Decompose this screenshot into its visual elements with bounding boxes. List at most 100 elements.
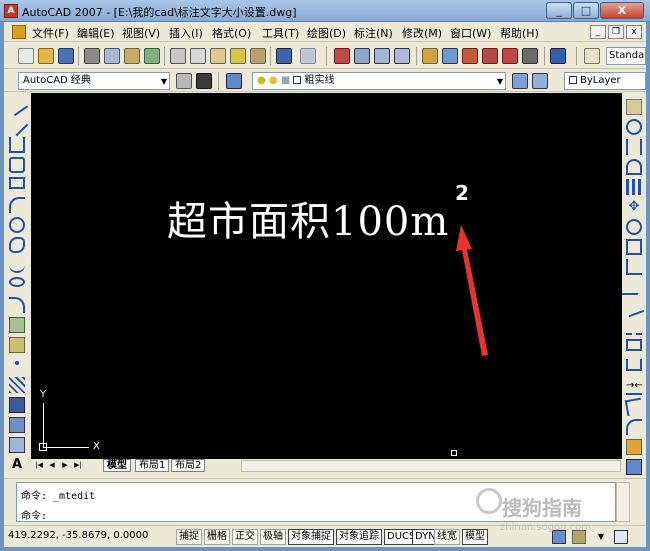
explode-icon[interactable] <box>626 439 642 455</box>
construction-line-icon[interactable] <box>5 113 29 137</box>
make-current-layer-icon[interactable] <box>512 73 528 89</box>
zoom-window-icon[interactable] <box>374 48 390 64</box>
paste-icon[interactable] <box>210 48 226 64</box>
clean-screen-icon[interactable] <box>614 530 628 544</box>
menu-window[interactable]: 窗口(W) <box>450 25 491 41</box>
status-menu-icon[interactable]: ▼ <box>594 530 608 544</box>
save-icon[interactable] <box>58 48 74 64</box>
polygon-icon[interactable] <box>9 157 25 173</box>
stretch-icon[interactable] <box>626 259 642 275</box>
model-space-toggle[interactable]: 模型 <box>462 529 488 545</box>
offset-icon[interactable] <box>626 159 642 175</box>
region-icon[interactable] <box>9 417 25 433</box>
arc-icon[interactable] <box>9 197 25 213</box>
tab-layout1[interactable]: 布局1 <box>135 459 170 472</box>
snap-toggle[interactable]: 捕捉 <box>176 529 202 545</box>
tab-model[interactable]: 模型 <box>103 459 131 472</box>
revision-cloud-icon[interactable] <box>9 237 25 253</box>
join-icon[interactable] <box>626 359 642 371</box>
menu-draw[interactable]: 绘图(D) <box>307 25 346 41</box>
horizontal-scrollbar[interactable] <box>241 460 621 472</box>
layer-manager-icon[interactable] <box>226 73 242 89</box>
previous-tab-icon[interactable]: ◀ <box>46 460 58 471</box>
polyline-icon[interactable] <box>9 137 25 153</box>
break-icon[interactable] <box>626 339 642 351</box>
lineweight-toggle[interactable]: 线宽 <box>434 529 460 545</box>
autocad-app-icon[interactable]: A <box>4 4 18 18</box>
sheet-set-icon[interactable] <box>482 48 498 64</box>
publish-icon[interactable] <box>124 48 140 64</box>
ellipse-arc-icon[interactable] <box>9 297 25 313</box>
undo-icon[interactable] <box>276 48 292 64</box>
draw-order-icon[interactable] <box>626 459 642 475</box>
command-scrollbar[interactable] <box>616 482 630 522</box>
zoom-previous-icon[interactable] <box>394 48 410 64</box>
mirror-icon[interactable] <box>626 139 642 155</box>
erase-icon[interactable] <box>626 99 642 115</box>
text-style-icon[interactable] <box>584 48 600 64</box>
cut-icon[interactable] <box>170 48 186 64</box>
zoom-realtime-icon[interactable] <box>354 48 370 64</box>
markup-icon[interactable] <box>502 48 518 64</box>
tool-palettes-icon[interactable] <box>462 48 478 64</box>
help-icon[interactable] <box>550 48 566 64</box>
document-restore-button[interactable]: ❐ <box>608 25 624 39</box>
menu-file[interactable]: 文件(F) <box>32 25 69 41</box>
menu-format[interactable]: 格式(O) <box>212 25 251 41</box>
chamfer-icon[interactable]: →← <box>626 379 643 395</box>
color-control-select[interactable]: ByLayer <box>564 72 646 90</box>
open-folder-icon[interactable] <box>38 48 54 64</box>
last-tab-icon[interactable]: ▶| <box>72 460 84 471</box>
close-button[interactable]: X <box>600 2 644 19</box>
menu-insert[interactable]: 插入(I) <box>169 25 203 41</box>
document-minimize-button[interactable]: _ <box>590 25 606 39</box>
publish-web-icon[interactable] <box>144 48 160 64</box>
match-properties-icon[interactable] <box>230 48 246 64</box>
block-editor-icon[interactable] <box>250 48 266 64</box>
maximize-button[interactable]: □ <box>573 2 599 19</box>
move-icon[interactable]: ✥ <box>626 199 642 215</box>
multiline-text-icon[interactable]: A <box>9 457 25 473</box>
menu-modify[interactable]: 修改(M) <box>402 25 442 41</box>
calculator-icon[interactable] <box>522 48 538 64</box>
properties-icon[interactable] <box>422 48 438 64</box>
drawing-document-icon[interactable] <box>12 25 26 39</box>
layer-previous-icon[interactable] <box>532 73 548 89</box>
menu-edit[interactable]: 编辑(E) <box>77 25 115 41</box>
plot-preview-icon[interactable] <box>104 48 120 64</box>
trim-icon[interactable] <box>621 279 647 295</box>
copy-object-icon[interactable] <box>626 119 642 135</box>
rectangle-icon[interactable] <box>9 177 25 189</box>
rotate-icon[interactable] <box>626 219 642 235</box>
command-prompt[interactable]: 命令: <box>21 507 47 522</box>
fillet-arc-icon[interactable] <box>626 419 642 435</box>
minimize-button[interactable]: _ <box>546 2 572 19</box>
extend-icon[interactable] <box>623 296 645 318</box>
cursor-coordinates[interactable]: 419.2292, -35.8679, 0.0000 <box>8 530 148 541</box>
copy-icon[interactable] <box>190 48 206 64</box>
menu-tools[interactable]: 工具(T) <box>262 25 299 41</box>
drawing-canvas[interactable]: 超市面积100m 2 Y X <box>31 93 622 459</box>
menu-help[interactable]: 帮助(H) <box>500 25 539 41</box>
design-center-icon[interactable] <box>442 48 458 64</box>
gradient-icon[interactable] <box>9 397 25 413</box>
insert-block-icon[interactable] <box>9 317 25 333</box>
ortho-toggle[interactable]: 正交 <box>232 529 258 545</box>
next-tab-icon[interactable]: ▶ <box>59 460 71 471</box>
workspace-settings-icon[interactable] <box>176 73 192 89</box>
hatch-icon[interactable] <box>9 377 25 393</box>
first-tab-icon[interactable]: |◀ <box>33 460 45 471</box>
osnap-toggle[interactable]: 对象捕捉 <box>288 529 334 545</box>
text-style-select[interactable]: Standar <box>606 47 646 65</box>
my-workspace-icon[interactable] <box>196 73 212 89</box>
circle-icon[interactable] <box>9 217 25 233</box>
polar-toggle[interactable]: 极轴 <box>260 529 286 545</box>
make-block-icon[interactable] <box>9 337 25 353</box>
ellipse-icon[interactable] <box>9 277 25 287</box>
break-at-point-icon[interactable] <box>626 319 642 335</box>
point-icon[interactable] <box>15 361 19 365</box>
menu-view[interactable]: 视图(V) <box>122 25 160 41</box>
array-icon[interactable] <box>626 179 642 195</box>
workspace-select[interactable]: AutoCAD 经典 ▼ <box>18 72 170 90</box>
spline-icon[interactable] <box>9 257 25 273</box>
